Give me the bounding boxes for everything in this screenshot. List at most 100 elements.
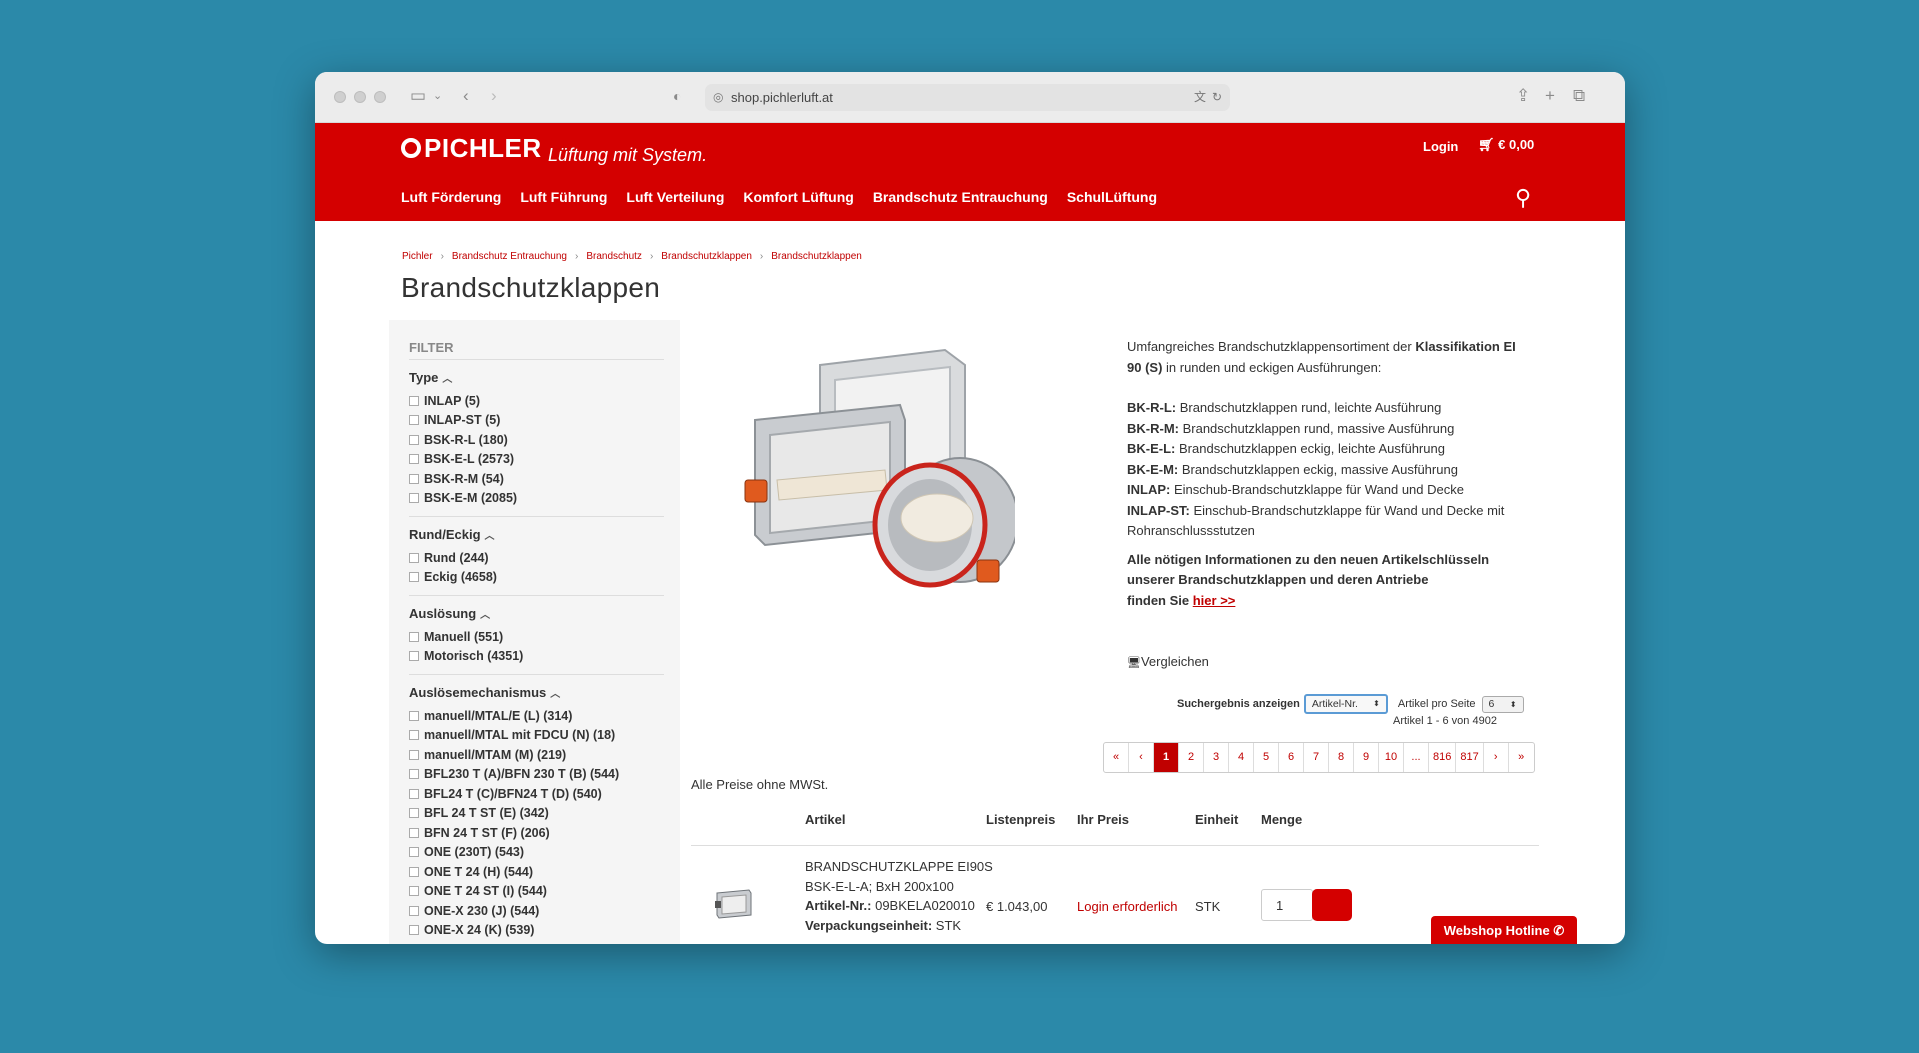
translate-icon[interactable]: 文: [1194, 84, 1206, 111]
checkbox[interactable]: [409, 886, 419, 897]
checkbox[interactable]: [409, 925, 419, 936]
checkbox[interactable]: [409, 866, 419, 877]
checkbox[interactable]: [409, 905, 419, 916]
search-icon[interactable]: ⚲: [1515, 185, 1531, 211]
filter-option[interactable]: INLAP-ST (5): [409, 411, 664, 431]
close-window-button[interactable]: [334, 91, 346, 103]
new-tab-icon[interactable]: +: [1545, 86, 1555, 106]
quantity-input[interactable]: 1: [1261, 889, 1313, 921]
breadcrumb-item[interactable]: Pichler: [402, 251, 433, 262]
shield-icon[interactable]: ◐: [673, 86, 681, 106]
checkbox[interactable]: [409, 827, 419, 838]
webshop-hotline-button[interactable]: Webshop Hotline ✆: [1431, 916, 1577, 944]
filter-option[interactable]: Manuell (551): [409, 627, 664, 647]
page-button[interactable]: 8: [1329, 743, 1354, 772]
back-icon[interactable]: ‹: [463, 86, 469, 106]
page-button[interactable]: 10: [1379, 743, 1404, 772]
pichler-logo[interactable]: PICHLER: [401, 133, 542, 164]
checkbox[interactable]: [409, 847, 419, 858]
filter-group-header[interactable]: Type ︿: [409, 370, 664, 385]
page-button[interactable]: 9: [1354, 743, 1379, 772]
last-page-button[interactable]: »: [1509, 743, 1534, 772]
nav-luft-fuehrung[interactable]: Luft Führung: [520, 189, 607, 205]
filter-option[interactable]: BSK-E-L (2573): [409, 450, 664, 470]
checkbox[interactable]: [409, 788, 419, 799]
checkbox[interactable]: [409, 434, 419, 445]
page-button[interactable]: 3: [1204, 743, 1229, 772]
nav-schul-lueftung[interactable]: SchulLüftung: [1067, 189, 1157, 205]
nav-brandschutz-entrauchung[interactable]: Brandschutz Entrauchung: [873, 189, 1048, 205]
breadcrumb-item[interactable]: Brandschutz Entrauchung: [452, 251, 567, 262]
page-button[interactable]: 2: [1179, 743, 1204, 772]
filter-option[interactable]: Eckig (4658): [409, 568, 664, 588]
filter-option[interactable]: BSK-R-L (180): [409, 430, 664, 450]
filter-option[interactable]: Rund (244): [409, 548, 664, 568]
checkbox[interactable]: [409, 730, 419, 741]
sidebar-toggle-icon[interactable]: ▭: [410, 86, 426, 106]
tabs-overview-icon[interactable]: ⧉: [1573, 86, 1585, 106]
filter-option[interactable]: Motorisch (4351): [409, 647, 664, 667]
share-icon[interactable]: ⇪: [1516, 86, 1530, 106]
filter-option[interactable]: manuell/MTAL mit FDCU (N) (18): [409, 726, 664, 746]
first-page-button[interactable]: «: [1104, 743, 1129, 772]
next-page-button[interactable]: ›: [1484, 743, 1509, 772]
sort-select[interactable]: Artikel-Nr. ⬍: [1303, 694, 1388, 714]
reload-icon[interactable]: ↻: [1212, 84, 1222, 111]
page-button[interactable]: 4: [1229, 743, 1254, 772]
checkbox[interactable]: [409, 808, 419, 819]
address-bar[interactable]: ◎ shop.pichlerluft.at 文 ↻: [705, 84, 1230, 111]
checkbox[interactable]: [409, 454, 419, 465]
product-thumbnail[interactable]: [713, 887, 755, 922]
filter-option[interactable]: ONE T 24 (H) (544): [409, 862, 664, 882]
page-button[interactable]: 1: [1154, 743, 1179, 772]
nav-luft-foerderung[interactable]: Luft Förderung: [401, 189, 501, 205]
page-button[interactable]: 7: [1304, 743, 1329, 772]
checkbox[interactable]: [409, 651, 419, 662]
forward-icon[interactable]: ›: [491, 86, 497, 106]
page-button[interactable]: 817: [1456, 743, 1484, 772]
prev-page-button[interactable]: ‹: [1129, 743, 1154, 772]
filter-option[interactable]: manuell/MTAL/E (L) (314): [409, 706, 664, 726]
checkbox[interactable]: [409, 749, 419, 760]
filter-group-header[interactable]: Rund/Eckig ︿: [409, 527, 664, 542]
chevron-down-icon[interactable]: ⌄: [433, 86, 442, 106]
filter-option[interactable]: ONE-X 24 (K) (539): [409, 921, 664, 941]
filter-option[interactable]: BFL 24 T ST (E) (342): [409, 804, 664, 824]
checkbox[interactable]: [409, 493, 419, 504]
compare-link[interactable]: 🖥︎Vergleichen: [1127, 654, 1209, 669]
add-to-cart-button[interactable]: [1312, 889, 1352, 921]
filter-option[interactable]: BFL230 T (A)/BFN 230 T (B) (544): [409, 765, 664, 785]
breadcrumb-item[interactable]: Brandschutz: [586, 251, 642, 262]
filter-option[interactable]: BFN 24 T ST (F) (206): [409, 823, 664, 843]
nav-luft-verteilung[interactable]: Luft Verteilung: [626, 189, 724, 205]
filter-option[interactable]: ONE T 24 ST (I) (544): [409, 882, 664, 902]
minimize-window-button[interactable]: [354, 91, 366, 103]
filter-option[interactable]: INLAP (5): [409, 391, 664, 411]
filter-group-header[interactable]: Auslösemechanismus ︿: [409, 685, 664, 700]
checkbox[interactable]: [409, 473, 419, 484]
checkbox[interactable]: [409, 769, 419, 780]
breadcrumb-item[interactable]: Brandschutzklappen: [771, 251, 862, 262]
nav-komfort-lueftung[interactable]: Komfort Lüftung: [743, 189, 853, 205]
checkbox[interactable]: [409, 552, 419, 563]
checkbox[interactable]: [409, 395, 419, 406]
zoom-window-button[interactable]: [374, 91, 386, 103]
filter-group-header[interactable]: Auslösung ︿: [409, 606, 664, 621]
page-button[interactable]: 816: [1429, 743, 1457, 772]
checkbox[interactable]: [409, 415, 419, 426]
login-link[interactable]: Login: [1423, 139, 1458, 154]
breadcrumb-item[interactable]: Brandschutzklappen: [661, 251, 752, 262]
filter-option[interactable]: BSK-R-M (54): [409, 469, 664, 489]
filter-option[interactable]: ONE-X 230 (J) (544): [409, 901, 664, 921]
filter-option[interactable]: manuell/MTAM (M) (219): [409, 745, 664, 765]
info-link[interactable]: hier >>: [1193, 593, 1236, 608]
filter-option[interactable]: BFL24 T (C)/BFN24 T (D) (540): [409, 784, 664, 804]
checkbox[interactable]: [409, 572, 419, 583]
checkbox[interactable]: [409, 631, 419, 642]
page-button[interactable]: 6: [1279, 743, 1304, 772]
page-button[interactable]: 5: [1254, 743, 1279, 772]
article-name[interactable]: BRANDSCHUTZKLAPPE EI90S: [805, 857, 993, 877]
cart-link[interactable]: 🛒︎ € 0,00: [1478, 137, 1534, 153]
your-price-login-link[interactable]: Login erforderlich: [1077, 899, 1177, 914]
checkbox[interactable]: [409, 710, 419, 721]
